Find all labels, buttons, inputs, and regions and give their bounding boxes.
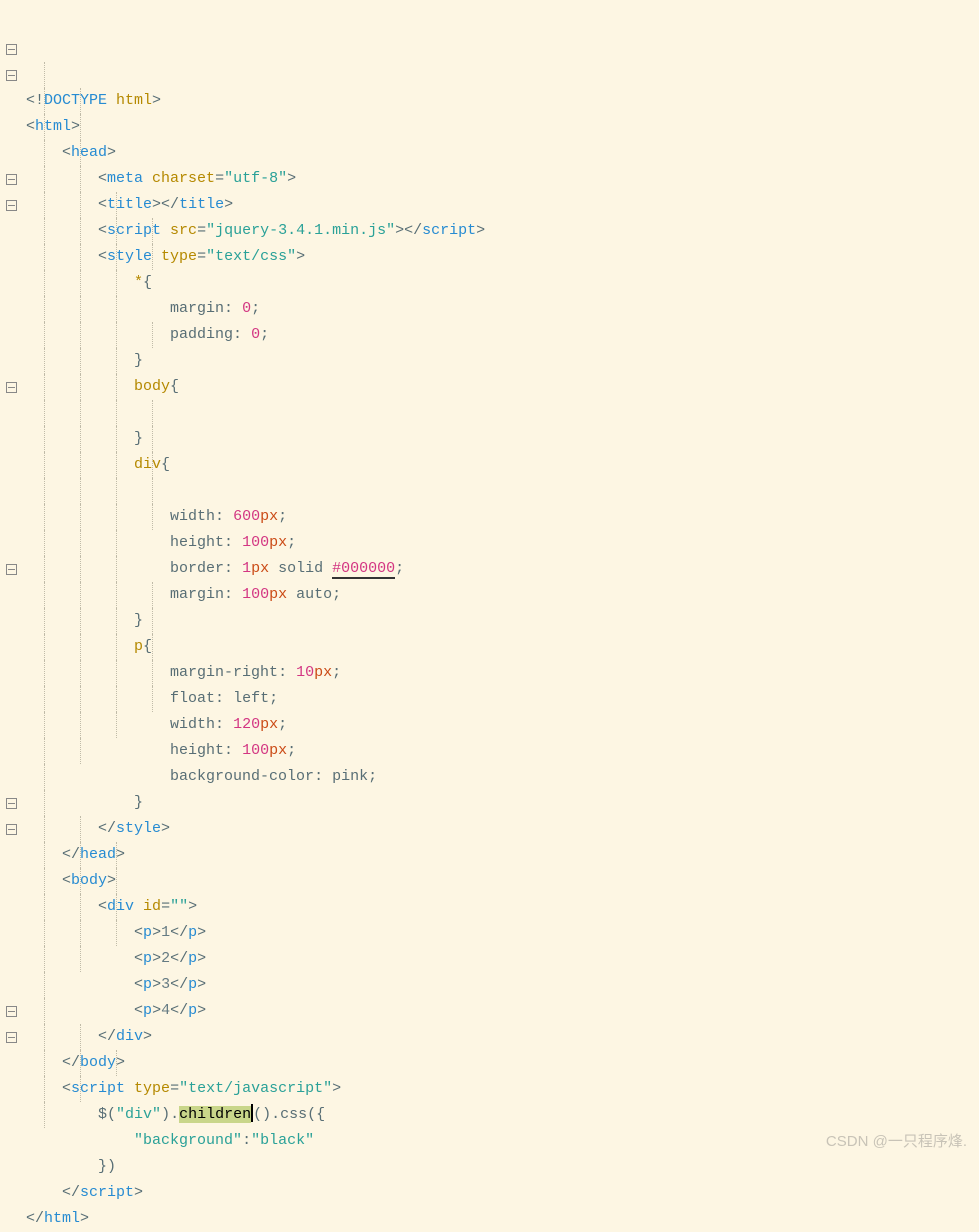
code-line[interactable]: <p>3</p> <box>26 972 979 998</box>
code-line[interactable]: </html> <box>26 1206 979 1232</box>
selection-highlight: children <box>179 1106 251 1123</box>
code-line[interactable]: <head> <box>26 140 979 166</box>
code-line[interactable]: <style type="text/css"> <box>26 244 979 270</box>
fold-toggle-icon[interactable] <box>6 824 17 835</box>
code-area[interactable]: <!DOCTYPE html><html> <head> <meta chars… <box>22 10 979 1232</box>
watermark: CSDN @一只程序烽. <box>826 1129 967 1155</box>
code-line[interactable]: }) <box>26 1154 979 1180</box>
code-line[interactable] <box>26 400 979 426</box>
fold-toggle-icon[interactable] <box>6 174 17 185</box>
code-line[interactable]: border: 1px solid #000000; <box>26 556 979 582</box>
code-line[interactable]: </head> <box>26 842 979 868</box>
code-line[interactable]: width: 600px; <box>26 504 979 530</box>
code-line[interactable]: height: 100px; <box>26 738 979 764</box>
code-line[interactable]: float: left; <box>26 686 979 712</box>
code-line[interactable]: <html> <box>26 114 979 140</box>
code-line[interactable]: div{ <box>26 452 979 478</box>
code-line[interactable]: margin: 100px auto; <box>26 582 979 608</box>
code-line[interactable]: height: 100px; <box>26 530 979 556</box>
code-line[interactable]: margin-right: 10px; <box>26 660 979 686</box>
fold-toggle-icon[interactable] <box>6 70 17 81</box>
code-line[interactable]: body{ <box>26 374 979 400</box>
code-line[interactable]: </div> <box>26 1024 979 1050</box>
fold-toggle-icon[interactable] <box>6 798 17 809</box>
code-line[interactable]: </body> <box>26 1050 979 1076</box>
fold-toggle-icon[interactable] <box>6 44 17 55</box>
code-line[interactable]: <div id=""> <box>26 894 979 920</box>
fold-toggle-icon[interactable] <box>6 1032 17 1043</box>
fold-toggle-icon[interactable] <box>6 200 17 211</box>
code-editor: <!DOCTYPE html><html> <head> <meta chars… <box>0 0 979 1232</box>
code-line[interactable]: <body> <box>26 868 979 894</box>
code-line[interactable]: <script type="text/javascript"> <box>26 1076 979 1102</box>
code-line[interactable]: *{ <box>26 270 979 296</box>
fold-toggle-icon[interactable] <box>6 564 17 575</box>
code-line[interactable]: $("div").children().css({ <box>26 1102 979 1128</box>
code-line[interactable]: </style> <box>26 816 979 842</box>
code-line[interactable]: } <box>26 426 979 452</box>
code-line[interactable]: p{ <box>26 634 979 660</box>
code-line[interactable]: width: 120px; <box>26 712 979 738</box>
code-line[interactable]: padding: 0; <box>26 322 979 348</box>
code-line[interactable]: margin: 0; <box>26 296 979 322</box>
fold-gutter <box>0 10 22 1232</box>
code-line[interactable]: <title></title> <box>26 192 979 218</box>
code-line[interactable] <box>26 478 979 504</box>
fold-toggle-icon[interactable] <box>6 382 17 393</box>
code-line[interactable]: <!DOCTYPE html> <box>26 88 979 114</box>
code-line[interactable]: background-color: pink; <box>26 764 979 790</box>
code-line[interactable]: } <box>26 608 979 634</box>
code-line[interactable]: </script> <box>26 1180 979 1206</box>
fold-toggle-icon[interactable] <box>6 1006 17 1017</box>
code-line[interactable]: <meta charset="utf-8"> <box>26 166 979 192</box>
code-line[interactable]: <p>4</p> <box>26 998 979 1024</box>
code-line[interactable]: } <box>26 790 979 816</box>
code-line[interactable]: <p>1</p> <box>26 920 979 946</box>
code-line[interactable]: <p>2</p> <box>26 946 979 972</box>
code-line[interactable]: } <box>26 348 979 374</box>
code-line[interactable]: <script src="jquery-3.4.1.min.js"></scri… <box>26 218 979 244</box>
